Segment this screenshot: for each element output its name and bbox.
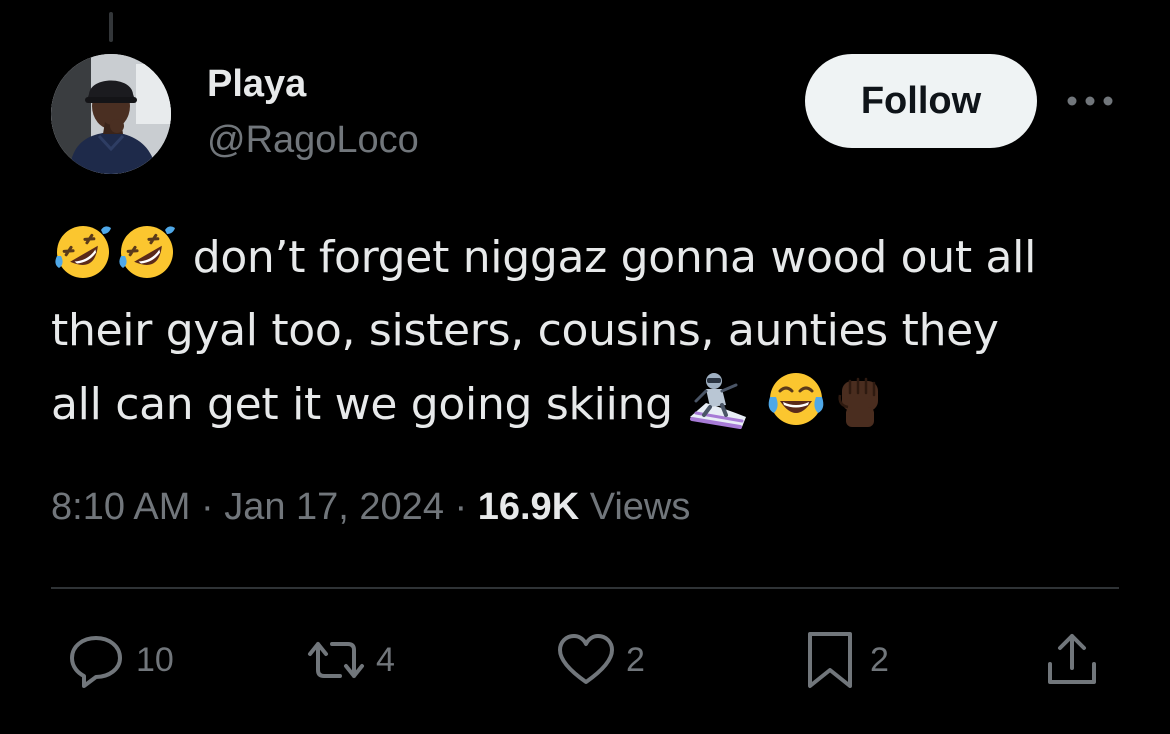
more-dots-icon[interactable]	[1066, 90, 1114, 112]
tweet-line-1: don’t forget niggaz gonna wood out all	[51, 220, 1131, 294]
repost-button[interactable]: 4	[306, 630, 395, 690]
tweet-line-3-text: all can get it we going skiing	[51, 379, 673, 430]
reply-button[interactable]: 10	[66, 630, 174, 690]
reply-count: 10	[136, 640, 174, 679]
tweet-metadata: 8:10 AM · Jan 17, 2024 · 16.9K Views	[51, 482, 690, 532]
rolling-laughing-emoji-icon	[115, 220, 179, 284]
author-handle[interactable]: @RagoLoco	[207, 118, 419, 162]
tweet-line-3: all can get it we going skiing	[51, 367, 1131, 441]
tweet-text: don’t forget niggaz gonna wood out all t…	[51, 220, 1131, 441]
follow-button[interactable]: Follow	[805, 54, 1037, 148]
profile-photo-icon	[51, 54, 171, 174]
divider	[51, 587, 1119, 589]
like-button[interactable]: 2	[556, 630, 645, 690]
heart-icon	[558, 634, 614, 684]
skier-emoji-icon	[686, 367, 750, 431]
avatar[interactable]	[51, 54, 171, 174]
bookmark-button[interactable]: 2	[800, 630, 889, 690]
repost-count: 4	[376, 640, 395, 679]
rolling-laughing-emoji-icon	[51, 220, 115, 284]
views-count[interactable]: 16.9K	[478, 486, 579, 528]
share-button[interactable]	[1042, 630, 1102, 690]
tweet-date[interactable]: Jan 17, 2024	[224, 486, 444, 528]
tweet-line-2: their gyal too, sisters, cousins, auntie…	[51, 294, 1131, 367]
bookmark-count: 2	[870, 640, 889, 679]
reply-icon	[70, 636, 122, 688]
views-label[interactable]: Views	[579, 486, 691, 528]
tears-of-joy-emoji-icon	[764, 367, 828, 431]
tweet-time[interactable]: 8:10 AM	[51, 486, 190, 528]
author-display-name[interactable]: Playa	[207, 62, 306, 106]
tweet-line-2-text: their gyal too, sisters, cousins, auntie…	[51, 305, 999, 356]
share-icon	[1048, 634, 1096, 684]
raised-fist-emoji-icon	[828, 367, 892, 431]
repost-icon	[308, 642, 364, 678]
bookmark-icon	[808, 632, 852, 688]
meta-separator: ·	[443, 486, 478, 528]
meta-separator: ·	[190, 486, 225, 528]
like-count: 2	[626, 640, 645, 679]
tweet-line-1-text: don’t forget niggaz gonna wood out all	[192, 232, 1037, 283]
thread-connector-line	[109, 12, 113, 42]
